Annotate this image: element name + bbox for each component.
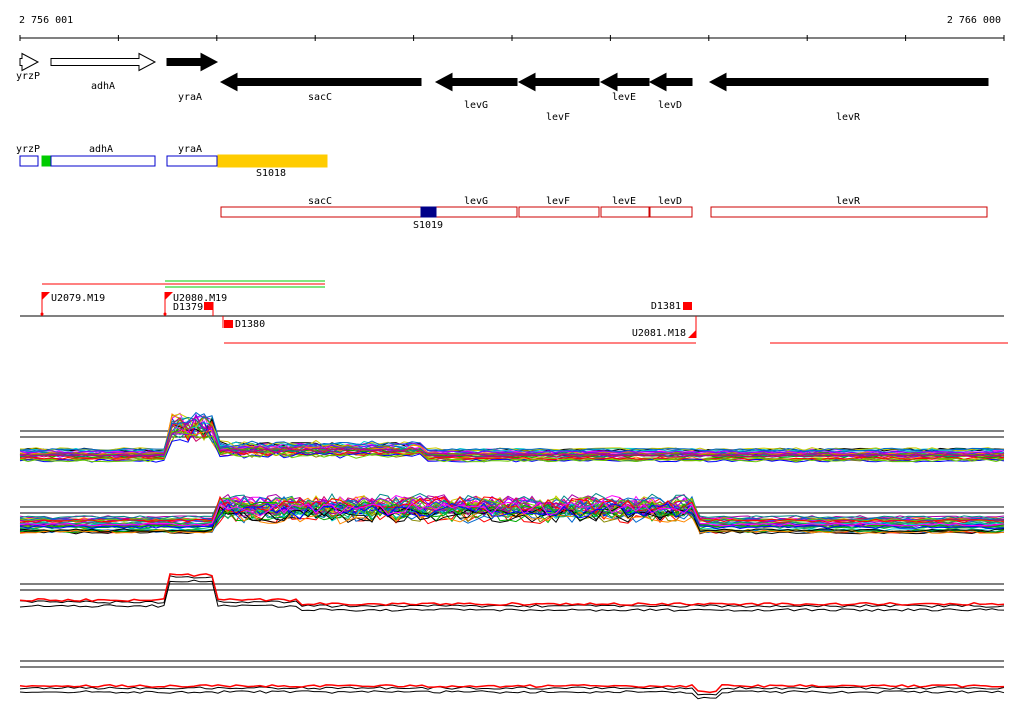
gene-arrow-sacC[interactable] [219, 72, 422, 92]
gene-arrow-levF[interactable] [517, 72, 600, 92]
feature-label-D1380: D1380 [235, 319, 265, 330]
feature-label-U2081-M18: U2081.M18 [632, 328, 686, 339]
annot-label-levE: levE [612, 196, 636, 207]
genome-track-canvas: 2 756 001 2 766 000 yrzP adhA yraA sacC … [16, 15, 1008, 700]
annot-label-S1019: S1019 [413, 220, 443, 231]
annot-label-adhA: adhA [89, 144, 113, 155]
annot-box-adhA[interactable] [50, 155, 156, 167]
signal-panel-2 [19, 492, 1005, 535]
annot-label-sacC: sacC [308, 196, 332, 207]
gene-arrow-yraA[interactable] [166, 52, 219, 72]
signal-line [19, 690, 1005, 700]
annot-label-levF: levF [546, 196, 570, 207]
gene-label-levF: levF [546, 112, 570, 123]
gene-arrow-adhA[interactable] [50, 52, 157, 72]
annot-box-sacC[interactable] [220, 206, 518, 218]
feature-D1380[interactable]: D1380 [222, 316, 265, 330]
feature-D1379[interactable]: D1379 [173, 302, 214, 316]
annot-box-levF[interactable] [518, 206, 600, 218]
feature-label-D1379: D1379 [173, 302, 203, 313]
annot-label-yraA: yraA [178, 144, 202, 155]
gene-label-yraA: yraA [178, 92, 202, 103]
signal-panel-4 [19, 660, 1005, 700]
gene-track: yrzP adhA yraA sacC levG levF levE levD … [16, 52, 989, 123]
signal-line [19, 686, 1005, 696]
gene-label-levE: levE [612, 92, 636, 103]
signal-panel-1 [19, 411, 1005, 463]
feature-label-U2079-M19: U2079.M19 [51, 293, 105, 304]
annot-label-levR: levR [836, 196, 861, 207]
annot-label-yrzP: yrzP [16, 144, 40, 155]
annot-box-yraA[interactable] [166, 155, 218, 167]
ruler-end-label: 2 766 000 [947, 15, 1001, 26]
gene-label-levR: levR [836, 112, 861, 123]
feature-label-D1381: D1381 [651, 301, 681, 312]
annot-label-S1018: S1018 [256, 168, 286, 179]
annot-box-levD[interactable] [649, 206, 693, 218]
genome-browser-view: 2 756 001 2 766 000 yrzP adhA yraA sacC … [0, 0, 1024, 714]
feature-D1381[interactable]: D1381 [651, 301, 692, 312]
gene-arrow-yrzP[interactable] [19, 52, 40, 72]
annot-label-levD: levD [658, 196, 682, 207]
gene-label-sacC: sacC [308, 92, 332, 103]
feature-U2079-M19[interactable]: U2079.M19 [40, 292, 106, 316]
gene-label-levG: levG [464, 100, 488, 111]
gene-label-levD: levD [658, 100, 682, 111]
ruler-start-label: 2 756 001 [19, 15, 73, 26]
annot-box-S1019[interactable] [420, 206, 437, 218]
gene-arrow-levE[interactable] [599, 72, 650, 92]
gene-arrow-levD[interactable] [648, 72, 693, 92]
feature-U2081-M18[interactable]: U2081.M18 [632, 316, 697, 339]
gene-label-yrzP: yrzP [16, 71, 40, 82]
annot-box-S1018[interactable] [217, 154, 328, 168]
gene-arrow-levR[interactable] [708, 72, 989, 92]
annot-box-levE[interactable] [600, 206, 650, 218]
feature-track: U2079.M19 U2080.M19 D1379 D1381 D1380 U2… [20, 280, 1008, 344]
annot-box-yrzP[interactable] [19, 155, 39, 167]
annot-box-green[interactable] [41, 155, 51, 167]
coordinate-ruler: 2 756 001 2 766 000 [19, 15, 1005, 41]
annot-box-levR[interactable] [710, 206, 988, 218]
gene-arrow-levG[interactable] [434, 72, 518, 92]
annotation-track-forward: yrzP adhA yraA S1018 [16, 144, 328, 179]
gene-label-adhA: adhA [91, 81, 115, 92]
signal-panel-3 [19, 573, 1005, 612]
annotation-track-reverse: sacC levG levF levE levD levR S1019 [220, 196, 988, 231]
annot-label-levG: levG [464, 196, 488, 207]
